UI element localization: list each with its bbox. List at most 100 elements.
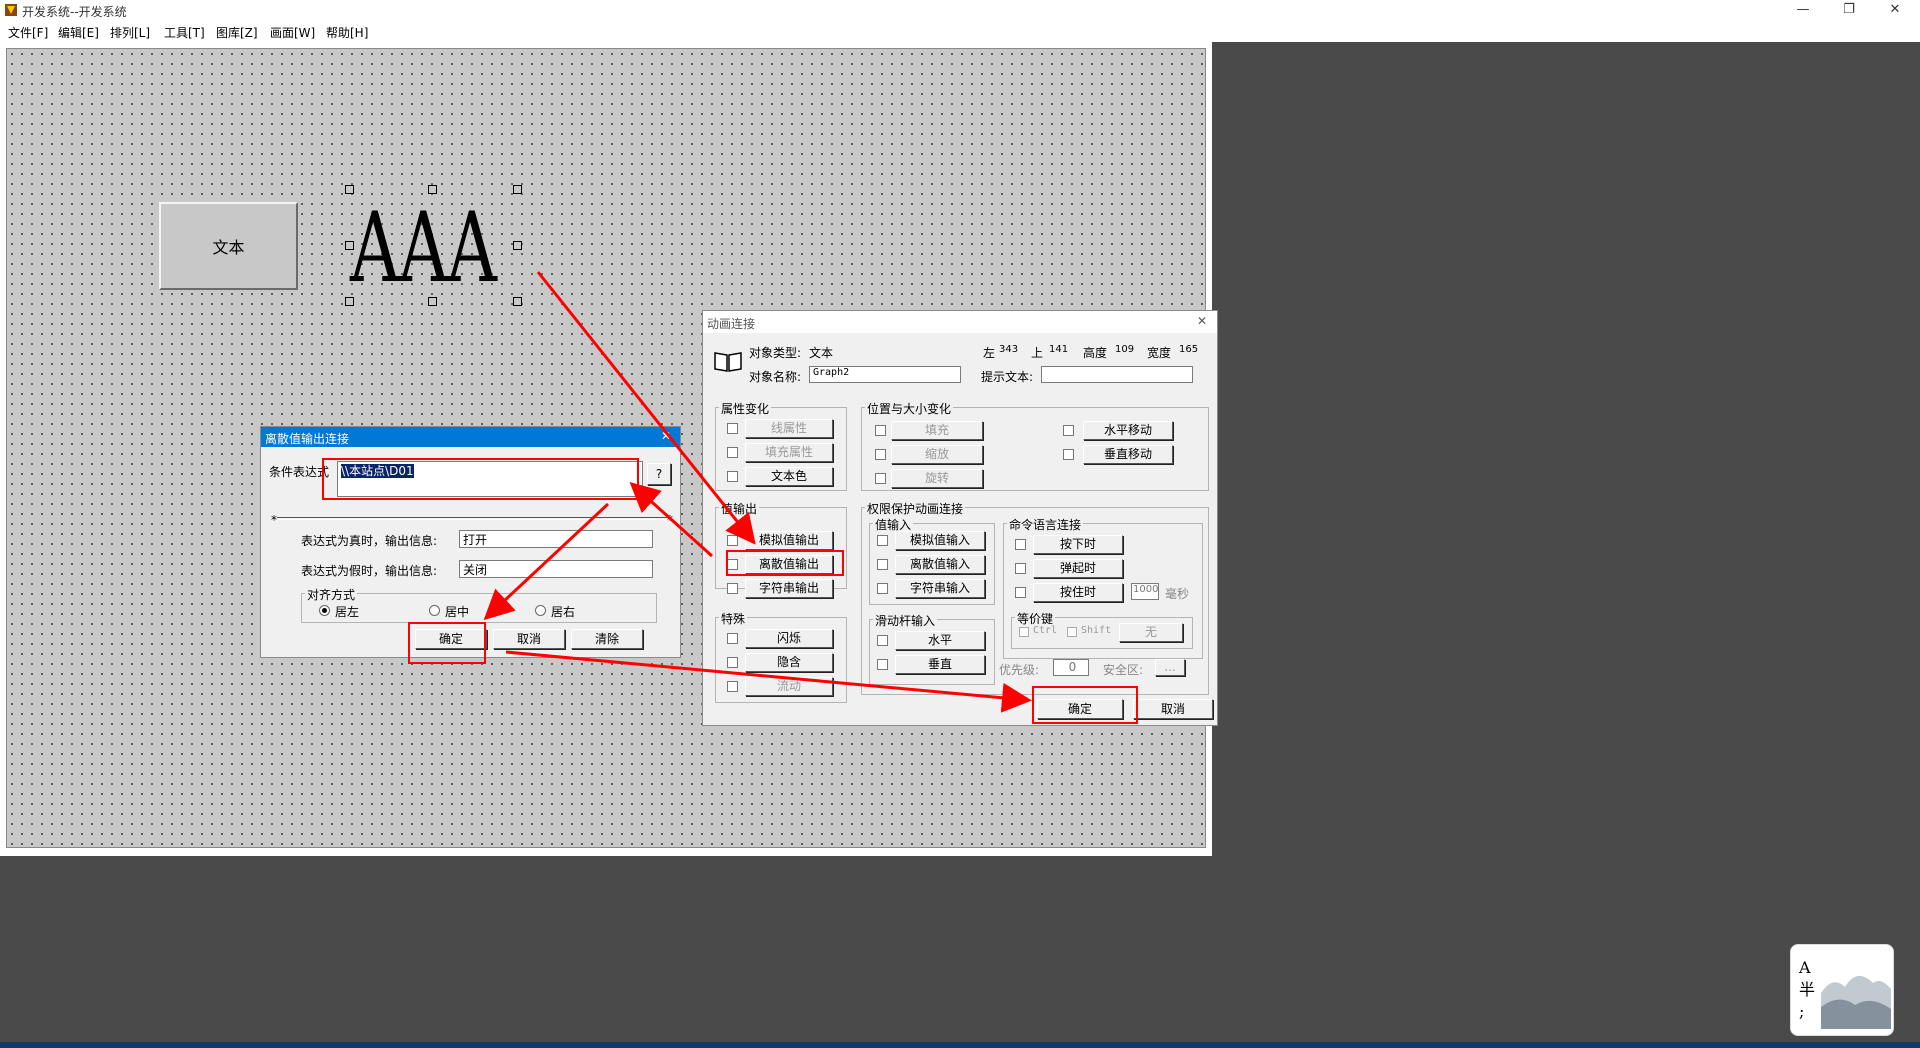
false-output-label: 表达式为假时，输出信息: [301,564,438,578]
string-input-checkbox[interactable] [877,583,888,594]
fill-button[interactable]: 填充 [891,421,983,440]
selection-handle[interactable] [513,241,522,250]
v-move-checkbox[interactable] [1063,449,1074,460]
title-bar: 开发系统--开发系统 — ❐ ✕ [0,0,1920,20]
press-button[interactable]: 按下时 [1033,535,1123,554]
fill-checkbox[interactable] [875,425,886,436]
discrete-clear-button[interactable]: 清除 [571,629,643,649]
anim-title-bar: 动画连接 ✕ [703,311,1217,333]
menu-file[interactable]: 文件[F] [8,24,48,41]
analog-input-button[interactable]: 模拟值输入 [895,531,985,550]
selection-handle[interactable] [428,185,437,194]
string-output-checkbox[interactable] [727,583,738,594]
top-value: 141 [1049,344,1069,355]
rotate-checkbox[interactable] [875,473,886,484]
menu-arrange[interactable]: 排列[L] [110,24,150,41]
slider-v-checkbox[interactable] [877,659,888,670]
blink-button[interactable]: 闪烁 [745,629,833,648]
line-attr-button[interactable]: 线属性 [745,419,833,438]
analog-output-checkbox[interactable] [727,535,738,546]
rotate-button[interactable]: 旋转 [891,469,983,488]
slider-h-checkbox[interactable] [877,635,888,646]
string-output-button[interactable]: 字符串输出 [745,579,833,598]
landscape-icon [1821,975,1891,1029]
menu-edit[interactable]: 编辑[E] [58,24,99,41]
top-label: 上 [1031,346,1044,360]
command-group-label: 命令语言连接 [1007,516,1084,533]
discrete-input-button[interactable]: 离散值输入 [895,555,985,574]
watermark-text: A 半 ; [1799,958,1816,1021]
release-button[interactable]: 弹起时 [1033,559,1123,578]
priority-input[interactable]: 0 [1053,659,1089,676]
align-left-radio[interactable] [319,605,330,616]
selection-handle[interactable] [513,297,522,306]
app-icon [5,4,17,16]
fill-attr-button[interactable]: 填充属性 [745,443,833,462]
menu-bar: 文件[F] 编辑[E] 排列[L] 工具[T] 图库[Z] 画面[W] 帮助[H… [0,20,1920,42]
width-label: 宽度 [1147,346,1172,360]
scale-button[interactable]: 缩放 [891,445,983,464]
highlight-anim-ok-box [1032,686,1138,724]
slider-h-button[interactable]: 水平 [895,631,985,650]
release-checkbox[interactable] [1015,563,1026,574]
text-color-checkbox[interactable] [727,471,738,482]
hint-input[interactable] [1041,366,1193,383]
align-center-radio[interactable] [429,605,440,616]
press-checkbox[interactable] [1015,539,1026,550]
selection-handle[interactable] [345,185,354,194]
analog-input-checkbox[interactable] [877,535,888,546]
analog-output-button[interactable]: 模拟值输出 [745,531,833,550]
menu-screen[interactable]: 画面[W] [270,24,315,41]
shift-checkbox[interactable] [1067,627,1077,637]
align-right-radio[interactable] [535,605,546,616]
flow-checkbox[interactable] [727,681,738,692]
security-label: 安全区: [1103,663,1144,677]
menu-gallery[interactable]: 图库[Z] [216,24,258,41]
menu-tools[interactable]: 工具[T] [164,24,205,41]
slider-v-button[interactable]: 垂直 [895,655,985,674]
selection-handle[interactable] [428,297,437,306]
fill-attr-checkbox[interactable] [727,447,738,458]
close-button[interactable]: ✕ [1872,0,1918,20]
canvas-text-button[interactable]: 文本 [159,202,298,290]
hide-checkbox[interactable] [727,657,738,668]
object-type-label: 对象类型: [749,346,802,360]
discrete-input-checkbox[interactable] [877,559,888,570]
minimize-button[interactable]: — [1780,0,1826,20]
hold-button[interactable]: 按住时 [1033,583,1123,602]
pos-size-group-label: 位置与大小变化 [865,400,954,417]
string-input-button[interactable]: 字符串输入 [895,579,985,598]
restore-button[interactable]: ❐ [1826,0,1872,20]
flow-button[interactable]: 流动 [745,677,833,696]
security-button[interactable]: ... [1155,659,1185,676]
help-button[interactable]: ? [647,463,671,485]
scale-checkbox[interactable] [875,449,886,460]
ctrl-checkbox[interactable] [1019,627,1029,637]
object-name-input[interactable]: Graph2 [809,366,961,383]
false-output-input[interactable]: 关闭 [459,560,653,578]
v-move-button[interactable]: 垂直移动 [1083,445,1173,464]
line-attr-checkbox[interactable] [727,423,738,434]
equiv-key-button[interactable]: 无 [1119,623,1183,642]
selection-handle[interactable] [513,185,522,194]
menu-help[interactable]: 帮助[H] [326,24,368,41]
object-name-label: 对象名称: [749,370,802,384]
true-output-label: 表达式为真时，输出信息: [301,534,438,548]
hold-ms-input[interactable]: 1000 [1131,583,1159,600]
canvas-big-text[interactable]: AAA [350,192,497,304]
blink-checkbox[interactable] [727,633,738,644]
hold-checkbox[interactable] [1015,587,1026,598]
h-move-checkbox[interactable] [1063,425,1074,436]
text-color-button[interactable]: 文本色 [745,467,833,486]
selection-handle[interactable] [345,241,354,250]
h-move-button[interactable]: 水平移动 [1083,421,1173,440]
hide-button[interactable]: 隐含 [745,653,833,672]
true-output-input[interactable]: 打开 [459,530,653,548]
anim-cancel-button[interactable]: 取消 [1133,699,1213,719]
left-value: 343 [999,344,1019,355]
selection-handle[interactable] [345,297,354,306]
condition-label: 条件表达式 [269,465,330,479]
discrete-cancel-button[interactable]: 取消 [493,629,565,649]
close-icon[interactable]: ✕ [661,429,671,443]
close-icon[interactable]: ✕ [1197,314,1207,328]
